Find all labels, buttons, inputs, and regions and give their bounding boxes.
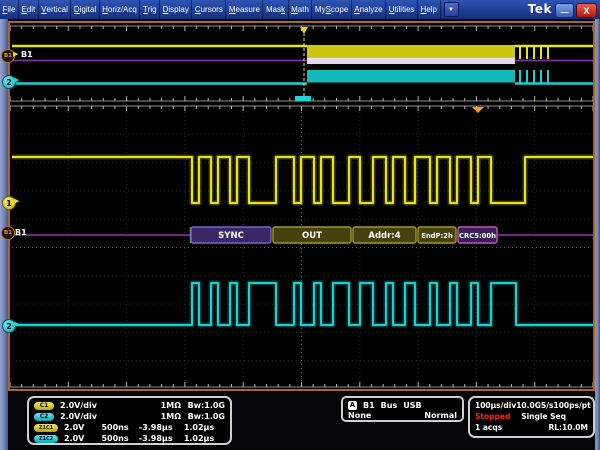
main-ch1-waveform (12, 157, 593, 203)
overview-window (12, 27, 593, 101)
z1c2-width: 1.02µs (184, 434, 225, 443)
trigger-holdoff: None (348, 411, 371, 420)
ch2-bandwidth: Bw:1.0G (181, 412, 225, 421)
acq-state: Stopped (475, 412, 510, 421)
menu-item-myscope[interactable]: MyScope (312, 0, 351, 19)
bus-field-endp2h[interactable]: EndP:2h (418, 227, 456, 243)
menu-item-measure[interactable]: Measure (226, 0, 263, 19)
menu-item-analyze[interactable]: Analyze (352, 0, 386, 19)
menu-bar: FileEditVerticalDigitalHoriz/AcqTrigDisp… (0, 0, 600, 19)
z1c2-badge[interactable]: Z1C2 (34, 435, 58, 443)
overview-bus-packet-band (307, 58, 515, 64)
acq-count: 1 acqs (475, 423, 502, 432)
bus-field-sync[interactable]: SYNC (191, 227, 271, 243)
svg-text:OUT: OUT (302, 231, 322, 241)
minimize-button[interactable]: — (555, 3, 574, 18)
window-frame-right (595, 19, 600, 450)
menu-item-vertical[interactable]: Vertical (39, 0, 72, 19)
waveform-display: SYNC OUT Addr:4 EndP:2h CRC5:00h (8, 21, 595, 391)
trigger-source: B1 (363, 401, 375, 410)
overview-ch1-trace (12, 45, 593, 59)
acq-record-length: RL:10.0M (548, 423, 588, 432)
acq-timebase: 100µs/div (475, 401, 516, 410)
overview-ch2-arrow-icon: ▶ (14, 77, 19, 84)
menu-item-cursors[interactable]: Cursors (192, 0, 226, 19)
z1c2-delay: -3.98µs (139, 434, 184, 443)
vertical-readout-box[interactable]: C1 2.0V/div 1MΩ Bw:1.0G C2 2.0V/div 1MΩ … (27, 396, 232, 445)
ch1-impedance: 1MΩ (161, 401, 181, 410)
bus-field-crc500h[interactable]: CRC5:00h (458, 227, 497, 243)
menu-item-file[interactable]: File (0, 0, 19, 19)
acq-rate: 10.0GS/s (516, 401, 553, 410)
z1c1-badge[interactable]: Z1C1 (34, 424, 58, 432)
bus-field-addr4[interactable]: Addr:4 (353, 227, 416, 243)
svg-text:CRC5:00h: CRC5:00h (459, 232, 496, 240)
tek-logo: Tek (528, 2, 552, 16)
ch1-readout-row[interactable]: C1 2.0V/div 1MΩ Bw:1.0G (34, 400, 225, 411)
ch1-bandwidth: Bw:1.0G (181, 401, 225, 410)
trigger-readout-box[interactable]: A B1 Bus USB None Normal (341, 396, 464, 422)
menu-item-math[interactable]: Math (289, 0, 313, 19)
ch1-badge[interactable]: C1 (34, 402, 54, 410)
ch1-scale: 2.0V/div (60, 401, 108, 410)
zoom-region-indicator[interactable] (295, 96, 311, 101)
oscilloscope-window: FileEditVerticalDigitalHoriz/AcqTrigDisp… (0, 0, 600, 450)
main-bus-decode: SYNC OUT Addr:4 EndP:2h CRC5:00h (12, 227, 593, 243)
trigger-a-badge: A (348, 401, 357, 410)
ch2-badge[interactable]: C2 (34, 413, 54, 421)
menu-item-digital[interactable]: Digital (71, 0, 99, 19)
zoom1-ch2-readout-row[interactable]: Z1C2 2.0V 500ns -3.98µs 1.02µs (34, 433, 225, 444)
svg-text:Addr:4: Addr:4 (368, 231, 400, 241)
overview-b1-label: B1 (21, 50, 33, 59)
trigger-bus: USB (403, 401, 421, 410)
readout-bar: C1 2.0V/div 1MΩ Bw:1.0G C2 2.0V/div 1MΩ … (8, 391, 595, 450)
menu-item-mask[interactable]: Mask (263, 0, 288, 19)
menu-item-display[interactable]: Display (160, 0, 192, 19)
z1c2-time: 500ns (101, 434, 138, 443)
ch2-impedance: 1MΩ (161, 412, 181, 421)
overview-ch2-trace (12, 70, 593, 84)
main-ch2-waveform (12, 283, 593, 325)
acq-resolution: 100ps/pt (553, 401, 590, 410)
main-trigger-position-icon[interactable] (472, 107, 484, 113)
close-button[interactable]: X (576, 3, 597, 18)
ch2-readout-row[interactable]: C2 2.0V/div 1MΩ Bw:1.0G (34, 411, 225, 422)
acquisition-readout-box[interactable]: 100µs/div 10.0GS/s 100ps/pt Stopped Sing… (468, 396, 595, 438)
main-ch1-arrow-icon: ▶ (14, 198, 19, 205)
trigger-type: Bus (381, 401, 398, 410)
menu-more-button[interactable]: ▼ (444, 2, 459, 17)
main-ch2-arrow-icon: ▶ (14, 321, 19, 328)
acq-state-row: Stopped Single Seq (475, 411, 588, 422)
z1c1-time: 500ns (101, 423, 138, 432)
svg-text:SYNC: SYNC (218, 231, 244, 241)
menu-item-help[interactable]: Help (418, 0, 440, 19)
acq-timebase-row: 100µs/div 10.0GS/s 100ps/pt (475, 400, 588, 411)
main-top-ruler (10, 106, 593, 111)
z1c1-scale: 2.0V (64, 423, 101, 432)
z1c1-delay: -3.98µs (139, 423, 184, 432)
main-bus-b1-marker[interactable]: B1 (1, 226, 15, 240)
main-bottom-ruler (10, 382, 593, 387)
menu-item-utilities[interactable]: Utilities (386, 0, 418, 19)
acq-mode: Single Seq (521, 412, 566, 421)
z1c1-width: 1.02µs (184, 423, 225, 432)
menu-item-trig[interactable]: Trig (140, 0, 160, 19)
trigger-mode: Normal (424, 411, 457, 420)
acq-count-row: 1 acqs RL:10.0M (475, 422, 588, 433)
svg-text:EndP:2h: EndP:2h (421, 232, 453, 240)
z1c2-scale: 2.0V (64, 434, 101, 443)
trigger-source-row: A B1 Bus USB (348, 400, 457, 410)
main-grid (12, 112, 591, 382)
main-b1-label: B1 (15, 228, 27, 237)
trigger-mode-row: None Normal (348, 410, 457, 420)
menu-item-edit[interactable]: Edit (19, 0, 39, 19)
zoom1-ch1-readout-row[interactable]: Z1C1 2.0V 500ns -3.98µs 1.02µs (34, 422, 225, 433)
ch2-scale: 2.0V/div (60, 412, 108, 421)
bus-field-out[interactable]: OUT (273, 227, 351, 243)
menu-items: FileEditVerticalDigitalHoriz/AcqTrigDisp… (0, 0, 441, 19)
scope-graticule: SYNC OUT Addr:4 EndP:2h CRC5:00h (10, 23, 593, 389)
overview-b1-arrow-icon: ▶ (13, 51, 18, 58)
menu-item-horizacq[interactable]: Horiz/Acq (100, 0, 141, 19)
